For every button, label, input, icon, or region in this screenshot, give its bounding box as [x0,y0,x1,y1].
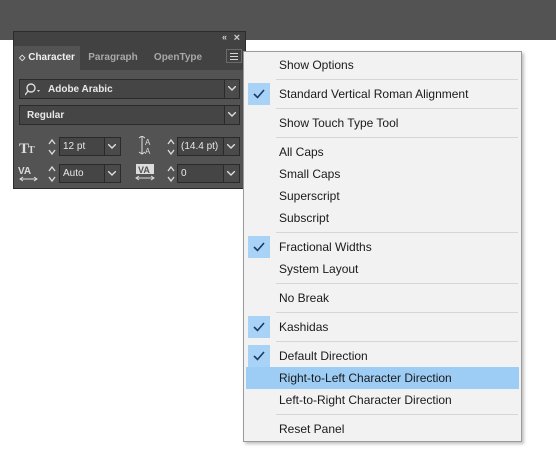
hamburger-icon [230,53,238,54]
font-size-stepper[interactable] [48,138,56,156]
font-family-dropdown[interactable]: Adobe Arabic [19,79,240,99]
menu-separator [276,414,518,415]
menu-item-subscript[interactable]: Subscript [246,207,519,229]
menu-item-label: Reset Panel [279,422,345,436]
font-style-value: Regular [27,110,65,121]
leading-field[interactable]: (14.4 pt) [177,137,240,156]
menu-item-no-break[interactable]: No Break [246,287,519,309]
checkmark-icon [248,345,270,367]
collapse-panel-icon[interactable]: « [222,32,227,42]
menu-separator [276,79,518,80]
leading-icon: A A [138,136,151,156]
menu-item-label: Fractional Widths [279,240,372,254]
kerning-value: Auto [63,168,84,179]
checkmark-icon [248,236,270,258]
panel-flyout-menu: Show Options Standard Vertical Roman Ali… [243,51,522,442]
menu-item-label: All Caps [279,145,324,159]
font-size-field[interactable]: 12 pt [59,137,121,156]
font-style-dropdown[interactable]: Regular [19,105,240,125]
menu-item-label: Standard Vertical Roman Alignment [279,87,469,101]
checkmark-icon [248,316,270,338]
menu-separator [276,232,518,233]
tab-opentype-label: OpenType [153,52,203,63]
hamburger-line [230,59,238,60]
menu-item-fractional-widths[interactable]: Fractional Widths [246,236,519,258]
menu-item-label: Left-to-Right Character Direction [279,393,452,407]
font-size-icon: T T [19,141,35,155]
chevron-down-icon[interactable] [104,165,120,182]
chevron-down-icon[interactable] [224,80,239,98]
leading-stepper[interactable] [167,138,175,156]
panel-title-bar[interactable]: « × [14,32,245,46]
chevron-down-icon[interactable] [224,106,239,124]
kerning-icon: VA [18,166,38,182]
menu-separator [276,341,518,342]
font-size-value: 12 pt [63,141,86,152]
menu-item-right-to-left-character-direction[interactable]: Right-to-Left Character Direction [246,367,519,389]
menu-item-label: No Break [279,291,330,305]
panel-tabs: ◇ Character Paragraph OpenType [14,46,245,70]
svg-text:VA: VA [18,166,31,177]
menu-item-label: System Layout [279,262,359,276]
menu-separator [276,137,518,138]
menu-item-all-caps[interactable]: All Caps [246,141,519,163]
menu-item-label: Kashidas [279,320,329,334]
chevron-down-icon[interactable] [104,138,120,155]
tracking-value: 0 [181,168,187,179]
menu-item-left-to-right-character-direction[interactable]: Left-to-Right Character Direction [246,389,519,411]
menu-item-reset-panel[interactable]: Reset Panel [246,418,519,440]
menu-separator [276,312,518,313]
tracking-icon: VA [135,164,155,181]
character-panel: « × ◇ Character Paragraph OpenType Adobe … [13,31,246,189]
menu-item-show-touch-type-tool[interactable]: Show Touch Type Tool [246,112,519,134]
hamburger-line [230,56,238,57]
tab-character-label: Character [28,52,75,63]
chevron-down-icon[interactable] [223,138,239,155]
menu-item-superscript[interactable]: Superscript [246,185,519,207]
leading-value: (14.4 pt) [181,141,219,152]
menu-separator [276,108,518,109]
menu-item-kashidas[interactable]: Kashidas [246,316,519,338]
checkmark-icon [248,83,270,105]
menu-item-label: Subscript [279,211,330,225]
chevron-down-icon[interactable] [223,165,239,182]
menu-separator [276,283,518,284]
menu-item-label: Superscript [279,189,340,203]
menu-item-label: Small Caps [279,167,341,181]
svg-text:A: A [145,138,151,147]
tracking-field[interactable]: 0 [177,164,240,183]
kerning-stepper[interactable] [48,165,56,183]
menu-item-small-caps[interactable]: Small Caps [246,163,519,185]
tab-paragraph[interactable]: Paragraph [80,46,146,70]
search-icon [25,83,40,96]
svg-text:T: T [28,145,35,155]
menu-item-label: Right-to-Left Character Direction [279,371,452,385]
tracking-stepper[interactable] [167,165,175,183]
panel-menu-button[interactable] [226,49,242,63]
svg-text:A: A [145,147,151,156]
font-family-value: Adobe Arabic [48,84,113,95]
tab-expand-icon: ◇ [19,53,26,62]
tab-paragraph-label: Paragraph [88,52,138,63]
menu-item-show-options[interactable]: Show Options [246,54,519,76]
menu-item-label: Default Direction [279,349,368,363]
menu-item-default-direction[interactable]: Default Direction [246,345,519,367]
tab-opentype[interactable]: OpenType [146,46,210,70]
menu-item-label: Show Touch Type Tool [279,116,399,130]
menu-item-standard-vertical-roman-alignment[interactable]: Standard Vertical Roman Alignment [246,83,519,105]
menu-item-system-layout[interactable]: System Layout [246,258,519,280]
tab-character[interactable]: ◇ Character [14,46,80,70]
kerning-field[interactable]: Auto [59,164,121,183]
svg-text:VA: VA [138,165,150,175]
menu-item-label: Show Options [279,58,354,72]
close-panel-icon[interactable]: × [234,32,240,44]
